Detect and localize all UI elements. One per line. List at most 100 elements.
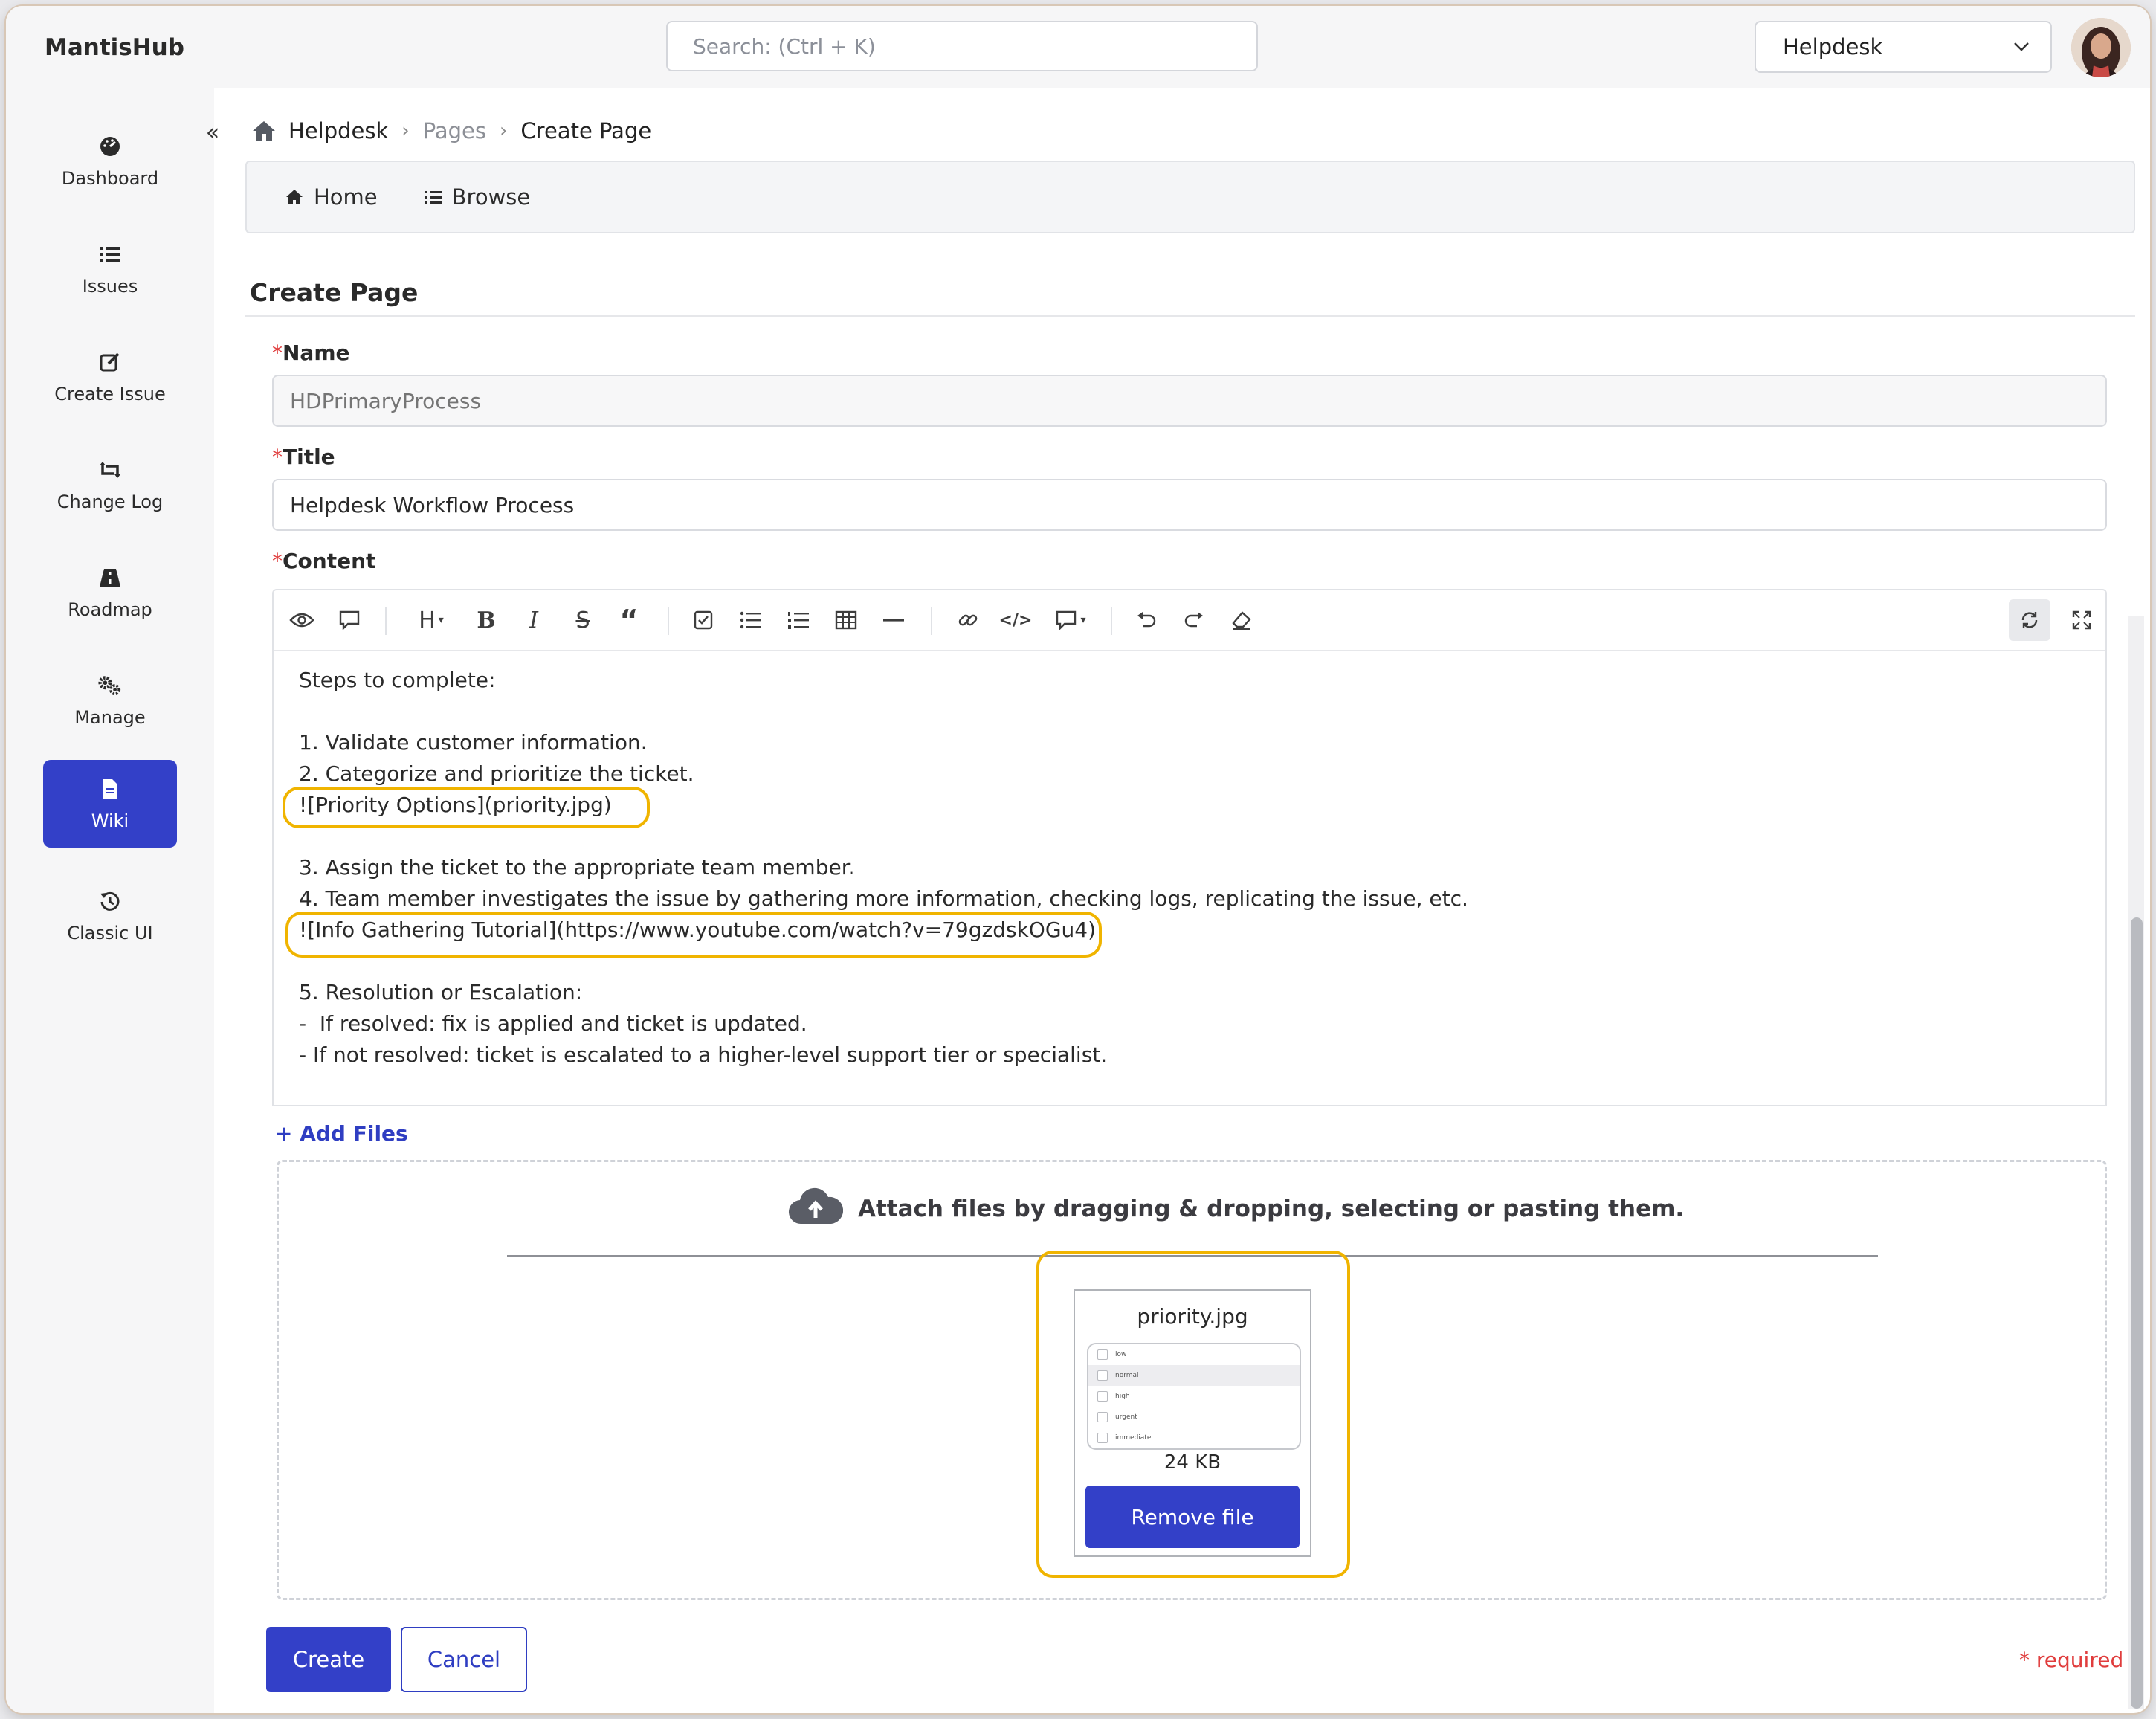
document-icon (103, 779, 117, 799)
sidebar-item-issues[interactable]: Issues (43, 225, 177, 313)
sidebar-item-dashboard[interactable]: Dashboard (43, 117, 177, 205)
search-input[interactable] (666, 21, 1258, 71)
undo-icon[interactable] (1132, 605, 1161, 635)
dashboard-icon (100, 137, 120, 156)
heading-icon[interactable]: H ▾ (409, 605, 454, 635)
name-label: *Name (272, 341, 350, 365)
strikethrough-icon[interactable]: S (568, 605, 598, 635)
project-select-value: Helpdesk (1783, 34, 1883, 59)
chevron-right-icon: › (401, 120, 410, 142)
italic-icon[interactable]: I (519, 605, 549, 635)
sidebar-item-label: Manage (74, 707, 146, 728)
project-select[interactable]: Helpdesk (1755, 21, 2052, 73)
collapse-sidebar-icon[interactable]: « (198, 117, 227, 147)
bullet-list-icon[interactable] (736, 605, 766, 635)
sidebar-item-classic-ui[interactable]: Classic UI (43, 872, 177, 960)
breadcrumb-project[interactable]: Helpdesk (288, 118, 388, 143)
page-scrollbar-thumb[interactable] (2131, 917, 2143, 1709)
content-line: 4. Team member investigates the issue by… (299, 886, 1468, 911)
content-line: 3. Assign the ticket to the appropriate … (299, 855, 855, 880)
title-label: *Title (272, 445, 335, 469)
edit-icon (100, 352, 120, 372)
subnav-home-link[interactable]: Home (285, 184, 378, 210)
content-line: 5. Resolution or Escalation: (299, 980, 583, 1004)
chevron-down-icon (2014, 42, 2029, 51)
quote-icon[interactable]: “ (614, 604, 644, 636)
content-line: 2. Categorize and prioritize the ticket. (299, 761, 694, 786)
breadcrumb-pages[interactable]: Pages (423, 118, 486, 143)
file-size: 24 KB (1163, 1451, 1221, 1474)
divider (245, 315, 2135, 317)
sidebar-item-wiki[interactable]: Wiki (43, 760, 177, 848)
sidebar-item-change-log[interactable]: Change Log (43, 441, 177, 529)
sidebar-item-label: Change Log (57, 491, 164, 512)
numbered-list-icon[interactable] (784, 605, 813, 635)
name-field[interactable] (272, 375, 2107, 427)
subnav-browse-link[interactable]: Browse (425, 184, 531, 210)
thumb-option: normal (1088, 1365, 1300, 1386)
preview-icon[interactable] (287, 605, 317, 635)
sidebar-item-label: Roadmap (68, 599, 152, 620)
user-avatar[interactable] (2071, 18, 2131, 77)
road-icon (100, 569, 120, 587)
required-mark: * (272, 341, 283, 365)
dropzone-text: Attach files by dragging & dropping, sel… (858, 1196, 1685, 1222)
home-icon (286, 190, 303, 204)
bold-icon[interactable]: B (471, 605, 501, 635)
remove-file-button[interactable]: Remove file (1085, 1486, 1300, 1548)
wiki-subnav: Home Browse (245, 161, 2135, 233)
thumb-option: immediate (1088, 1428, 1300, 1448)
chevron-right-icon: › (500, 120, 508, 142)
markdown-editor[interactable]: H▾ B I S “ </> ▾ Steps to complete: ​ 1. V… (272, 589, 2107, 1106)
file-thumbnail: low normal high urgent immediate (1087, 1343, 1301, 1450)
insert-comment-icon[interactable]: ▾ (1047, 605, 1094, 635)
brand-logo[interactable]: MantisHub (45, 34, 184, 61)
thumb-option: urgent (1088, 1407, 1300, 1428)
gears-icon (98, 676, 121, 696)
table-icon[interactable] (831, 605, 861, 635)
comment-icon[interactable] (335, 605, 364, 635)
thumb-option: high (1088, 1386, 1300, 1407)
subnav-browse-label: Browse (451, 184, 531, 210)
sidebar-item-label: Dashboard (61, 168, 159, 189)
content-line: - If resolved: fix is applied and ticket… (299, 1011, 807, 1036)
editor-content[interactable]: Steps to complete: ​ 1. Validate customer … (299, 665, 1468, 1071)
content-label: *Content (272, 549, 375, 573)
cancel-button[interactable]: Cancel (401, 1627, 527, 1692)
sidebar-item-label: Classic UI (67, 923, 153, 944)
link-icon[interactable] (953, 605, 983, 635)
divider (385, 607, 387, 635)
fullscreen-icon[interactable] (2067, 605, 2097, 635)
home-icon[interactable] (251, 120, 277, 142)
top-bar: MantisHub Helpdesk (6, 6, 2150, 88)
highlight-tutorial-link (285, 912, 1102, 958)
required-note: * required (2019, 1648, 2124, 1672)
subnav-home-label: Home (314, 184, 378, 210)
content-label-text: Content (283, 549, 376, 573)
sidebar-item-roadmap[interactable]: Roadmap (43, 549, 177, 636)
checklist-icon[interactable] (688, 605, 718, 635)
divider (931, 607, 932, 635)
title-field[interactable] (272, 479, 2107, 531)
horizontal-rule-icon[interactable] (879, 605, 908, 635)
code-icon[interactable]: </> (999, 605, 1033, 635)
required-mark: * (272, 445, 283, 469)
sidebar-item-create-issue[interactable]: Create Issue (43, 333, 177, 421)
eraser-icon[interactable] (1227, 605, 1256, 635)
content-line: Steps to complete: (299, 668, 496, 692)
redo-icon[interactable] (1179, 605, 1209, 635)
divider (1111, 607, 1112, 635)
sidebar-item-manage[interactable]: Manage (43, 657, 177, 744)
file-preview-card: priority.jpg low normal high urgent imme… (1074, 1289, 1311, 1557)
breadcrumb: Helpdesk › Pages › Create Page (251, 116, 651, 146)
sidebar-item-label: Wiki (91, 810, 129, 831)
create-button[interactable]: Create (266, 1627, 391, 1692)
breadcrumb-current: Create Page (520, 118, 652, 143)
sync-scroll-icon[interactable] (2009, 599, 2050, 641)
cloud-upload-icon (789, 1187, 843, 1225)
add-files-link[interactable]: + Add Files (275, 1121, 408, 1146)
highlight-priority-image (283, 787, 650, 828)
required-mark: * (272, 549, 283, 573)
file-name: priority.jpg (1137, 1304, 1248, 1329)
app-window: MantisHub Helpdesk « Dashboard Issues Cr… (6, 6, 2150, 1713)
